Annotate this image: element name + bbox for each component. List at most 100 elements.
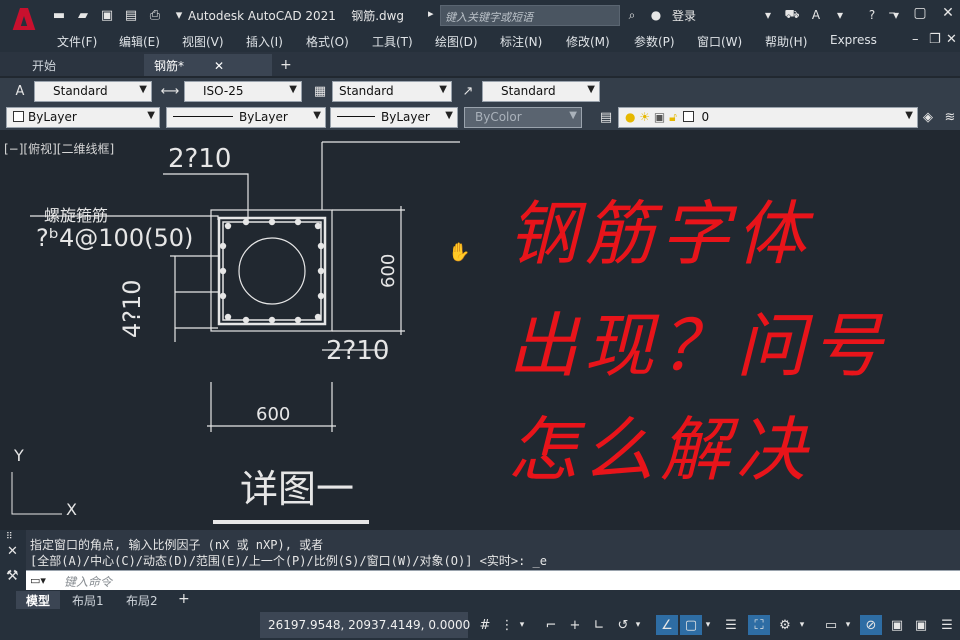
dynamic-input-icon[interactable]: + bbox=[564, 615, 586, 635]
chevron-down-icon: ▼ bbox=[905, 110, 913, 121]
mleader-style-icon[interactable]: ↗ bbox=[458, 82, 478, 100]
menu-view[interactable]: 视图(V) bbox=[182, 33, 224, 50]
dim-style-select[interactable]: ISO-25 ▼ bbox=[184, 81, 302, 102]
tab-layout2[interactable]: 布局2 bbox=[116, 591, 168, 609]
menu-parameters[interactable]: 参数(P) bbox=[634, 33, 675, 50]
restore-icon[interactable]: ▢ bbox=[910, 5, 930, 21]
lock-icon[interactable]: 🔓︎ bbox=[669, 110, 677, 124]
search-icon[interactable]: ⌕ bbox=[624, 5, 640, 25]
ortho-icon[interactable]: ∟ bbox=[588, 615, 610, 635]
selection-cycling-icon[interactable]: ⛶ bbox=[748, 615, 770, 635]
add-layout-icon[interactable]: + bbox=[178, 591, 190, 607]
plotstyle-value: ByColor bbox=[475, 110, 522, 124]
menu-format[interactable]: 格式(O) bbox=[306, 33, 349, 50]
a360-icon[interactable]: A bbox=[808, 5, 824, 25]
sun-icon[interactable]: ☀ bbox=[639, 110, 650, 124]
tab-layout1[interactable]: 布局1 bbox=[62, 591, 114, 609]
tab-drawing[interactable]: 钢筋* ✕ bbox=[144, 54, 272, 76]
hardware-acceleration-icon[interactable]: ▣ bbox=[886, 615, 908, 635]
menu-window[interactable]: 窗口(W) bbox=[697, 33, 742, 50]
layer-select[interactable]: ● ☀ ▣ 🔓︎ 0 ▼ bbox=[618, 107, 918, 128]
mleader-style-select[interactable]: Standard ▼ bbox=[482, 81, 600, 102]
infer-constraints-icon[interactable]: ⌐ bbox=[540, 615, 562, 635]
detail-title-underline bbox=[213, 520, 369, 524]
new-tab-icon[interactable]: + bbox=[280, 57, 292, 73]
clean-screen-icon[interactable]: ▣ bbox=[910, 615, 932, 635]
grid-icon[interactable]: # bbox=[474, 615, 496, 635]
osnap-icon[interactable]: ▢ bbox=[680, 615, 702, 635]
user-icon[interactable]: ● bbox=[648, 5, 664, 25]
table-style-icon[interactable]: ▦ bbox=[310, 82, 330, 100]
print-icon[interactable]: ⎙ bbox=[146, 6, 164, 24]
tab-close-icon[interactable]: ✕ bbox=[214, 59, 224, 73]
close-icon[interactable]: ✕ bbox=[938, 5, 958, 21]
lineweight-select[interactable]: ByLayer ▼ bbox=[330, 107, 458, 128]
rebar-dots bbox=[219, 218, 325, 324]
title-arrow-icon[interactable]: ▸ bbox=[428, 7, 434, 20]
workspace-dropdown-icon[interactable]: ▾ bbox=[796, 615, 808, 635]
open-folder-icon[interactable]: ▰ bbox=[74, 6, 92, 24]
coordinates-readout[interactable]: 26197.9548, 20937.4149, 0.0000 bbox=[260, 612, 470, 638]
doc-minimize-icon[interactable]: – bbox=[912, 32, 919, 47]
save-icon[interactable]: ▣ bbox=[98, 6, 116, 24]
menu-edit[interactable]: 编辑(E) bbox=[119, 33, 160, 50]
layer-state-icon[interactable]: ≋ bbox=[940, 108, 960, 126]
menu-dimension[interactable]: 标注(N) bbox=[500, 33, 542, 50]
color-swatch bbox=[13, 111, 24, 122]
menu-modify[interactable]: 修改(M) bbox=[566, 33, 610, 50]
cart-icon[interactable]: ⛟ bbox=[784, 5, 800, 25]
chevron-down-icon: ▼ bbox=[147, 110, 155, 121]
viewport-freeze-icon[interactable]: ▣ bbox=[654, 110, 665, 124]
menu-express[interactable]: Express bbox=[830, 33, 877, 47]
search-input[interactable]: 键入关键字或短语 bbox=[440, 5, 620, 26]
menu-insert[interactable]: 插入(I) bbox=[246, 33, 283, 50]
polar-dropdown-icon[interactable]: ▾ bbox=[632, 615, 644, 635]
grip-icon[interactable]: ⠿ bbox=[6, 532, 13, 542]
dim-style-icon[interactable]: ⟷ bbox=[160, 82, 180, 100]
isolate-objects-icon[interactable]: ⊘ bbox=[860, 615, 882, 635]
units-dropdown-icon[interactable]: ▾ bbox=[842, 615, 854, 635]
chevron-down-icon: ▼ bbox=[139, 84, 147, 95]
text-style-select[interactable]: Standard ▼ bbox=[34, 81, 152, 102]
color-select[interactable]: ByLayer ▼ bbox=[6, 107, 160, 128]
rebar-bottom-label: 2?10 bbox=[326, 336, 390, 366]
lightbulb-icon[interactable]: ● bbox=[625, 110, 635, 124]
menu-draw[interactable]: 绘图(D) bbox=[435, 33, 478, 50]
drawing-canvas[interactable]: [−][俯视][二维线框] ✋ 2?10 螺旋箍筋 ?ᵇ4@100(50) 4?… bbox=[0, 132, 960, 530]
layer-previous-icon[interactable]: ◈ bbox=[918, 108, 938, 126]
tab-start[interactable]: 开始 bbox=[22, 54, 140, 76]
customize-icon[interactable]: ⚒ bbox=[6, 568, 19, 584]
tab-model[interactable]: 模型 bbox=[16, 591, 61, 609]
isometric-icon[interactable]: ∠ bbox=[656, 615, 678, 635]
linetype-select[interactable]: ByLayer ▼ bbox=[166, 107, 326, 128]
snap-icon[interactable]: ⋮ bbox=[496, 615, 518, 635]
text-style-icon[interactable]: A bbox=[10, 82, 30, 100]
new-file-icon[interactable]: ▬ bbox=[50, 6, 68, 24]
table-style-select[interactable]: Standard ▼ bbox=[332, 81, 452, 102]
menu-help[interactable]: 帮助(H) bbox=[765, 33, 807, 50]
menu-tools[interactable]: 工具(T) bbox=[372, 33, 413, 50]
login-dropdown-icon[interactable]: ▾ bbox=[760, 5, 776, 25]
osnap-dropdown-icon[interactable]: ▾ bbox=[702, 615, 714, 635]
lineweight-icon[interactable]: ☰ bbox=[720, 615, 742, 635]
menu-file[interactable]: 文件(F) bbox=[57, 33, 97, 50]
save-as-icon[interactable]: ▤ bbox=[122, 6, 140, 24]
layer-properties-icon[interactable]: ▤ bbox=[596, 108, 616, 126]
doc-restore-icon[interactable]: ❐ bbox=[929, 32, 941, 47]
doc-close-icon[interactable]: ✕ bbox=[946, 32, 957, 47]
customization-menu-icon[interactable]: ☰ bbox=[936, 615, 958, 635]
annotation-monitor-icon[interactable]: ▭ bbox=[820, 615, 842, 635]
login-button[interactable]: 登录 bbox=[672, 7, 696, 24]
workspace-gear-icon[interactable]: ⚙ bbox=[774, 615, 796, 635]
a360-dropdown-icon[interactable]: ▾ bbox=[832, 5, 848, 25]
minimize-icon[interactable]: – bbox=[882, 5, 902, 21]
snap-dropdown-icon[interactable]: ▾ bbox=[516, 615, 528, 635]
help-icon[interactable]: ? bbox=[864, 5, 880, 25]
qat-dropdown-icon[interactable]: ▾ bbox=[170, 6, 188, 24]
command-close-icon[interactable]: ✕ bbox=[7, 544, 18, 559]
command-input[interactable]: ▭▾ 键入命令 bbox=[26, 570, 960, 590]
file-name: 钢筋.dwg bbox=[351, 9, 405, 23]
polar-tracking-icon[interactable]: ↺ bbox=[612, 615, 634, 635]
command-prompt-icon[interactable]: ▭▾ bbox=[30, 574, 46, 587]
spiral-circle bbox=[238, 237, 306, 305]
